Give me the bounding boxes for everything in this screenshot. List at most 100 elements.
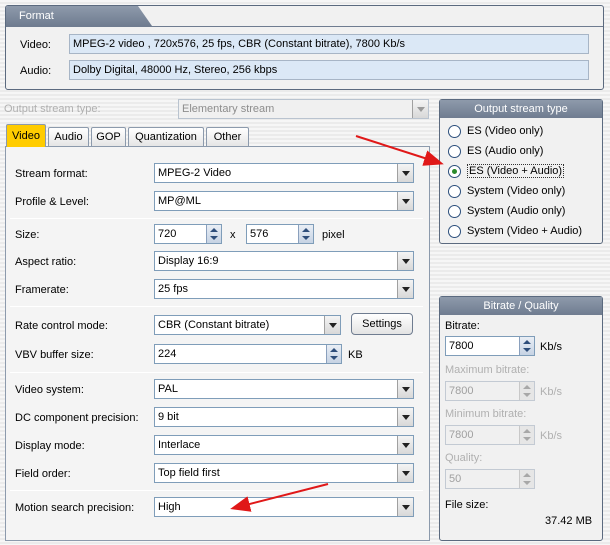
vbv-unit-label: KB [348,349,363,361]
bitrate-unit: Kb/s [540,341,563,353]
quality-value: 50 [449,473,462,485]
framerate-select[interactable]: 25 fps [154,279,414,299]
aspect-ratio-label: Aspect ratio: [15,256,77,268]
max-bitrate-unit: Kb/s [540,386,563,398]
chevron-down-icon[interactable] [397,436,413,454]
bitrate-quality-title: Bitrate / Quality [440,297,602,315]
stream-format-value: MPEG-2 Video [158,167,232,179]
chevron-down-icon[interactable] [397,280,413,298]
tab-other[interactable]: Other [206,127,249,146]
min-bitrate-label: Minimum bitrate: [445,408,527,420]
spin-arrows-icon[interactable] [298,225,313,243]
quality-spinner[interactable]: 50 [445,469,535,489]
max-bitrate-label: Maximum bitrate: [445,364,530,376]
radio-es-video-audio[interactable]: ES (Video + Audio) [448,163,565,179]
spin-arrows-icon[interactable] [519,426,534,444]
video-system-select[interactable]: PAL [154,379,414,399]
min-bitrate-value: 7800 [449,429,474,441]
tab-quantization[interactable]: Quantization [128,127,204,146]
audio-format-value: Dolby Digital, 48000 Hz, Stereo, 256 kbp… [69,60,589,80]
output-stream-type-select[interactable]: Elementary stream [178,99,429,119]
bitrate-label: Bitrate: [445,320,480,332]
min-bitrate-unit: Kb/s [540,430,563,442]
spin-arrows-icon[interactable] [519,382,534,400]
vbv-buffer-spinner[interactable]: 224 [154,344,342,364]
stream-format-select[interactable]: MPEG-2 Video [154,163,414,183]
radio-button-icon[interactable] [448,184,461,198]
radio-button-icon[interactable] [448,204,461,218]
profile-level-label: Profile & Level: [15,196,89,208]
video-system-label: Video system: [15,384,84,396]
radio-selected-icon[interactable] [448,164,461,178]
chevron-down-icon[interactable] [397,498,413,516]
spin-arrows-icon[interactable] [519,337,534,355]
chevron-down-icon[interactable] [397,464,413,482]
display-mode-value: Interlace [158,439,201,451]
radio-label: ES (Audio only) [467,145,544,157]
display-mode-label: Display mode: [15,440,85,452]
quality-label: Quality: [445,452,483,464]
profile-level-select[interactable]: MP@ML [154,191,414,211]
chevron-down-icon[interactable] [397,164,413,182]
file-size-label: File size: [445,499,489,511]
vbv-buffer-value: 224 [158,348,177,360]
dc-precision-label: DC component precision: [15,412,139,424]
chevron-down-icon[interactable] [397,252,413,270]
spin-arrows-icon[interactable] [326,345,341,363]
radio-button-icon[interactable] [448,124,461,138]
radio-label: System (Audio only) [467,205,566,217]
settings-button[interactable]: Settings [351,313,413,335]
pixel-unit-label: pixel [322,229,345,241]
dc-precision-value: 9 bit [158,411,179,423]
dc-precision-select[interactable]: 9 bit [154,407,414,427]
radio-es-audio-only[interactable]: ES (Audio only) [448,143,543,159]
radio-system-video-only[interactable]: System (Video only) [448,183,565,199]
radio-es-video-only[interactable]: ES (Video only) [448,123,543,139]
field-order-select[interactable]: Top field first [154,463,414,483]
chevron-down-icon[interactable] [412,100,428,118]
radio-system-audio-only[interactable]: System (Audio only) [448,203,565,219]
audio-format-label: Audio: [20,65,52,77]
aspect-ratio-select[interactable]: Display 16:9 [154,251,414,271]
chevron-down-icon[interactable] [397,380,413,398]
video-format-value: MPEG-2 video , 720x576, 25 fps, CBR (Con… [69,34,589,54]
aspect-ratio-value: Display 16:9 [158,255,219,267]
radio-label: System (Video only) [467,185,566,197]
rate-control-value: CBR (Constant bitrate) [158,319,270,331]
separator [10,306,423,307]
radio-label: ES (Video only) [467,125,544,137]
chevron-down-icon[interactable] [324,316,340,334]
format-panel: Format Video: MPEG-2 video , 720x576, 25… [5,5,604,90]
motion-search-select[interactable]: High [154,497,414,517]
radio-system-video-audio[interactable]: System (Video + Audio) [448,223,582,239]
height-spinner[interactable]: 576 [246,224,314,244]
profile-level-value: MP@ML [158,195,201,207]
rate-control-select[interactable]: CBR (Constant bitrate) [154,315,341,335]
motion-search-label: Motion search precision: [15,502,135,514]
vbv-buffer-label: VBV buffer size: [15,349,94,361]
output-stream-type-title: Output stream type [440,100,602,118]
radio-label: ES (Video + Audio) [467,164,565,178]
size-label: Size: [15,229,40,241]
radio-button-icon[interactable] [448,224,461,238]
motion-search-value: High [158,501,181,513]
min-bitrate-spinner[interactable]: 7800 [445,425,535,445]
chevron-down-icon[interactable] [397,408,413,426]
chevron-down-icon[interactable] [397,192,413,210]
radio-label: System (Video + Audio) [467,225,583,237]
width-spinner[interactable]: 720 [154,224,222,244]
output-stream-type-value: Elementary stream [182,103,275,115]
tab-audio[interactable]: Audio [48,127,89,146]
display-mode-select[interactable]: Interlace [154,435,414,455]
format-title: Format [6,6,152,26]
bitrate-spinner[interactable]: 7800 [445,336,535,356]
radio-button-icon[interactable] [448,144,461,158]
video-system-value: PAL [158,383,178,395]
tab-video[interactable]: Video [6,124,46,147]
max-bitrate-spinner[interactable]: 7800 [445,381,535,401]
spin-arrows-icon[interactable] [206,225,221,243]
tab-gop[interactable]: GOP [91,127,126,146]
spin-arrows-icon[interactable] [519,470,534,488]
framerate-value: 25 fps [158,283,188,295]
file-size-value: 37.42 MB [545,515,593,527]
